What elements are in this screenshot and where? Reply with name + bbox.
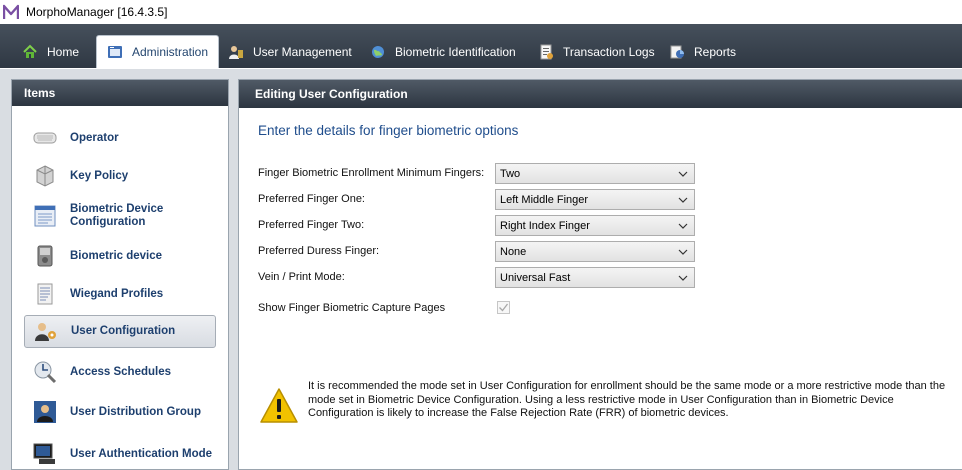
- edit-panel-header: Editing User Configuration: [239, 80, 962, 108]
- items-panel-header: Items: [12, 80, 228, 106]
- keyboard-icon: [32, 125, 58, 151]
- items-panel: Items Operator Key Policy Biometric Devi…: [11, 79, 229, 470]
- sidebar-item-label: Key Policy: [70, 169, 129, 182]
- tab-user-management[interactable]: User Management: [227, 36, 352, 68]
- user-authentication-icon: [32, 441, 58, 467]
- tab-administration[interactable]: Administration: [96, 35, 220, 68]
- access-schedules-icon: [32, 359, 58, 385]
- duress-finger-select[interactable]: None: [495, 241, 695, 262]
- tab-transaction-logs[interactable]: Transaction Logs: [537, 36, 655, 68]
- sidebar-item-wiegand-profiles[interactable]: Wiegand Profiles: [24, 280, 216, 308]
- sidebar-item-key-policy[interactable]: Key Policy: [24, 162, 216, 190]
- transaction-logs-icon: [537, 43, 555, 61]
- min-fingers-value: Two: [500, 167, 521, 180]
- window-title: MorphoManager [16.4.3.5]: [26, 5, 168, 19]
- duress-finger-value: None: [500, 245, 527, 258]
- user-distribution-icon: [32, 399, 58, 425]
- min-fingers-select[interactable]: Two: [495, 163, 695, 184]
- duress-finger-label: Preferred Duress Finger:: [258, 245, 380, 257]
- sidebar-item-user-distribution-group[interactable]: User Distribution Group: [24, 396, 216, 428]
- tab-biometric-identification[interactable]: Biometric Identification: [369, 36, 516, 68]
- show-capture-pages-checkbox[interactable]: [497, 301, 510, 314]
- tab-reports[interactable]: Reports: [668, 36, 736, 68]
- sidebar-item-label: User Authentication Mode: [70, 447, 213, 460]
- chevron-down-icon: [678, 223, 688, 229]
- preferred-finger-one-select[interactable]: Left Middle Finger: [495, 189, 695, 210]
- show-capture-pages-label: Show Finger Biometric Capture Pages: [258, 302, 446, 314]
- vein-print-mode-select[interactable]: Universal Fast: [495, 267, 695, 288]
- warning-notice: It is recommended the mode set in User C…: [259, 380, 959, 426]
- vein-print-mode-label: Vein / Print Mode:: [258, 271, 345, 283]
- tab-home-label: Home: [47, 45, 80, 59]
- globe-icon: [369, 43, 387, 61]
- chevron-down-icon: [678, 249, 688, 255]
- sidebar-item-label: Biometric Device Configuration: [70, 203, 164, 228]
- sidebar-item-biometric-device[interactable]: Biometric device: [24, 242, 216, 270]
- preferred-finger-two-select[interactable]: Right Index Finger: [495, 215, 695, 236]
- vein-print-mode-value: Universal Fast: [500, 271, 571, 284]
- morpho-logo-icon: [2, 3, 20, 21]
- preferred-finger-one-label: Preferred Finger One:: [258, 193, 365, 205]
- title-bar: MorphoManager [16.4.3.5]: [0, 0, 962, 24]
- checkmark-icon: [499, 303, 509, 312]
- chevron-down-icon: [678, 171, 688, 177]
- sidebar-item-user-configuration[interactable]: User Configuration: [24, 315, 216, 348]
- preferred-finger-two-label: Preferred Finger Two:: [258, 219, 365, 231]
- preferred-finger-one-value: Left Middle Finger: [500, 193, 589, 206]
- tab-transaction-logs-label: Transaction Logs: [563, 45, 655, 59]
- sidebar-item-label: User Configuration: [71, 325, 176, 337]
- warning-text: It is recommended the mode set in User C…: [308, 380, 946, 419]
- administration-icon: [106, 43, 124, 61]
- tab-home[interactable]: Home: [21, 36, 79, 68]
- tab-biometric-identification-label: Biometric Identification: [395, 45, 516, 59]
- chevron-down-icon: [678, 275, 688, 281]
- tab-bar: Home Administration User Management Biom…: [0, 24, 962, 68]
- min-fingers-label: Finger Biometric Enrollment Minimum Fing…: [258, 167, 485, 179]
- sidebar-item-label: Access Schedules: [70, 365, 172, 378]
- sidebar-item-label: Biometric device: [70, 249, 163, 262]
- form-subtitle: Enter the details for finger biometric o…: [258, 123, 519, 138]
- sidebar-item-user-authentication-mode[interactable]: User Authentication Mode: [24, 438, 216, 470]
- biometric-device-icon: [32, 243, 58, 269]
- edit-panel: Editing User Configuration Enter the det…: [238, 79, 962, 470]
- device-configuration-icon: [32, 203, 58, 229]
- sidebar-item-label: Wiegand Profiles: [70, 287, 164, 300]
- tab-reports-label: Reports: [694, 45, 737, 59]
- chevron-down-icon: [678, 197, 688, 203]
- key-policy-icon: [32, 163, 58, 189]
- reports-icon: [668, 43, 686, 61]
- preferred-finger-two-value: Right Index Finger: [500, 219, 590, 232]
- wiegand-profiles-icon: [32, 281, 58, 307]
- tab-administration-label: Administration: [132, 45, 209, 59]
- sidebar-item-label: User Distribution Group: [70, 405, 201, 418]
- user-configuration-icon: [33, 319, 59, 345]
- user-management-icon: [227, 43, 245, 61]
- sidebar-item-access-schedules[interactable]: Access Schedules: [24, 358, 216, 386]
- sidebar-item-biometric-device-configuration[interactable]: Biometric Device Configuration: [24, 200, 216, 232]
- home-icon: [21, 43, 39, 61]
- warning-icon: [260, 388, 298, 423]
- sidebar-item-label: Operator: [70, 131, 119, 144]
- sidebar-item-operator[interactable]: Operator: [24, 124, 216, 152]
- tab-user-management-label: User Management: [253, 45, 352, 59]
